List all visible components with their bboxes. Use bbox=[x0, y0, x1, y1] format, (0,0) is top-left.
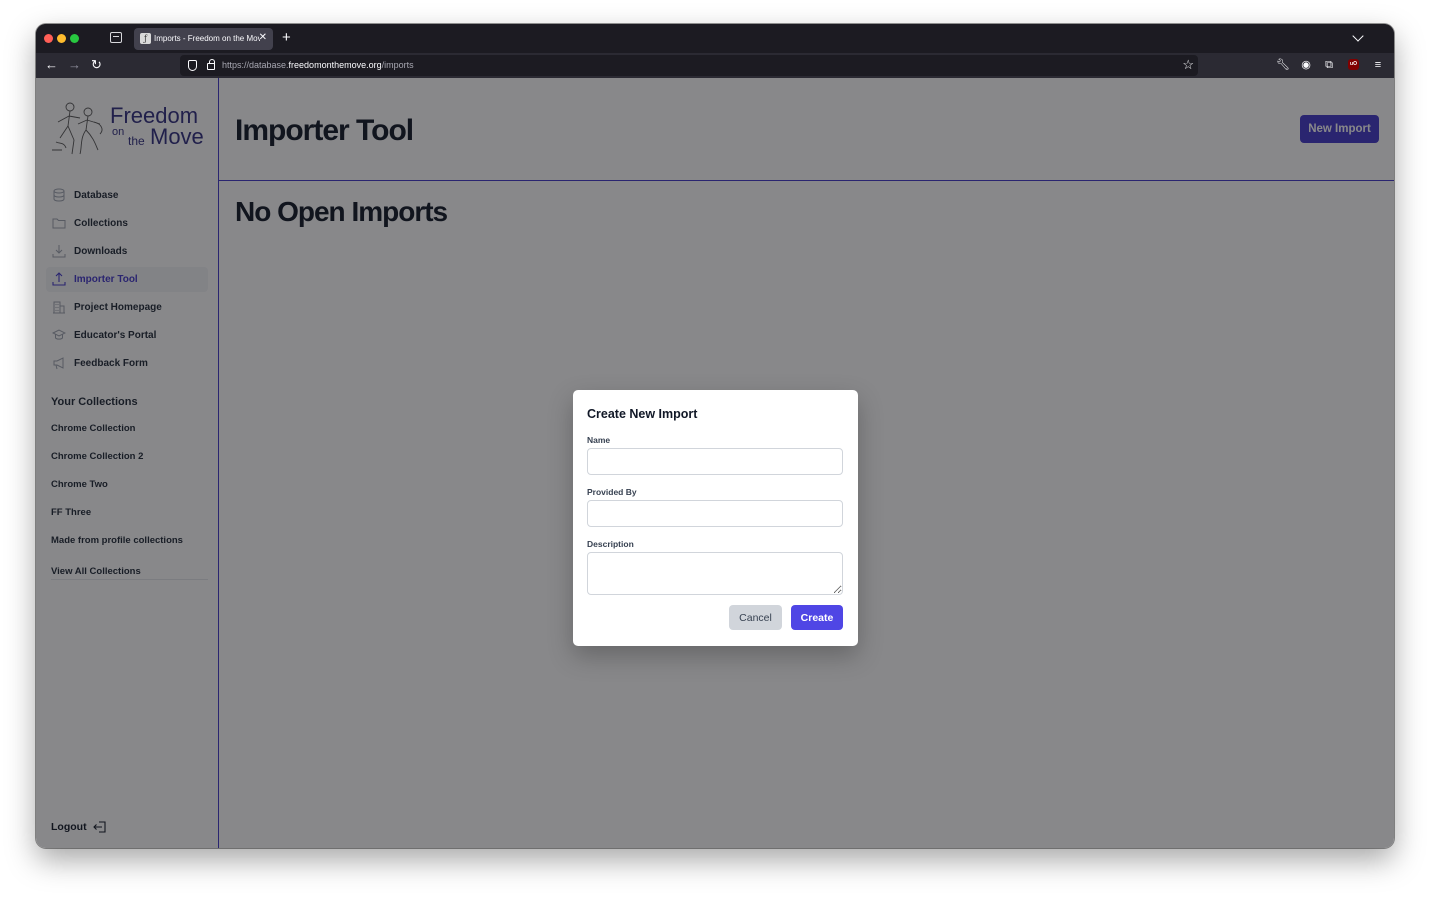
url-domain: freedomonthemove.org bbox=[288, 60, 382, 70]
cancel-button[interactable]: Cancel bbox=[729, 605, 782, 630]
menu-icon[interactable]: ≡ bbox=[1371, 56, 1385, 74]
back-button[interactable]: ← bbox=[45, 56, 58, 74]
account-icon[interactable]: ◉ bbox=[1299, 56, 1313, 74]
url-path: /imports bbox=[381, 60, 414, 70]
extensions-icon[interactable]: ⧉ bbox=[1322, 56, 1336, 74]
lock-icon[interactable] bbox=[207, 59, 215, 70]
tabs-list-icon[interactable] bbox=[110, 32, 122, 43]
tab-title: Imports - Freedom on the Move bbox=[154, 34, 260, 43]
ublock-extension-icon[interactable]: uO bbox=[1348, 59, 1359, 70]
maximize-window-button[interactable] bbox=[70, 34, 79, 43]
modal-title: Create New Import bbox=[587, 407, 698, 421]
close-window-button[interactable] bbox=[44, 34, 53, 43]
fotm-favicon-icon: ƒ bbox=[140, 33, 151, 44]
chevron-down-icon[interactable] bbox=[1352, 30, 1364, 42]
minimize-window-button[interactable] bbox=[57, 34, 66, 43]
tab-close-icon[interactable]: ✕ bbox=[259, 32, 267, 44]
create-import-modal: Create New Import Name Provided By Descr… bbox=[573, 390, 858, 646]
name-label: Name bbox=[587, 435, 611, 445]
shield-icon[interactable] bbox=[188, 60, 197, 71]
create-button[interactable]: Create bbox=[791, 605, 843, 630]
provided-by-label: Provided By bbox=[587, 487, 637, 497]
address-bar[interactable]: https://database.freedomonthemove.org/im… bbox=[180, 55, 1198, 76]
description-label: Description bbox=[587, 539, 634, 549]
url-prefix: https://database. bbox=[222, 60, 289, 70]
tab-bar: ƒ Imports - Freedom on the Move ✕ + bbox=[36, 24, 1394, 53]
navigation-bar: ← → ↻ https://database.freedomonthemove.… bbox=[36, 53, 1394, 78]
browser-window: ƒ Imports - Freedom on the Move ✕ + ← → … bbox=[36, 24, 1394, 848]
url-text[interactable]: https://database.freedomonthemove.org/im… bbox=[222, 60, 414, 70]
description-textarea[interactable] bbox=[587, 552, 843, 595]
tab-imports[interactable]: ƒ Imports - Freedom on the Move ✕ bbox=[134, 28, 273, 50]
reload-button[interactable]: ↻ bbox=[91, 56, 102, 74]
new-tab-button[interactable]: + bbox=[282, 29, 291, 47]
provided-by-input[interactable] bbox=[587, 500, 843, 527]
wrench-icon[interactable]: 🔧︎ bbox=[1276, 56, 1290, 74]
page-content: Freedom on the Move Database Collections… bbox=[36, 78, 1394, 848]
bookmark-star-icon[interactable]: ☆ bbox=[1182, 56, 1194, 74]
name-input[interactable] bbox=[587, 448, 843, 475]
forward-button[interactable]: → bbox=[68, 56, 81, 74]
